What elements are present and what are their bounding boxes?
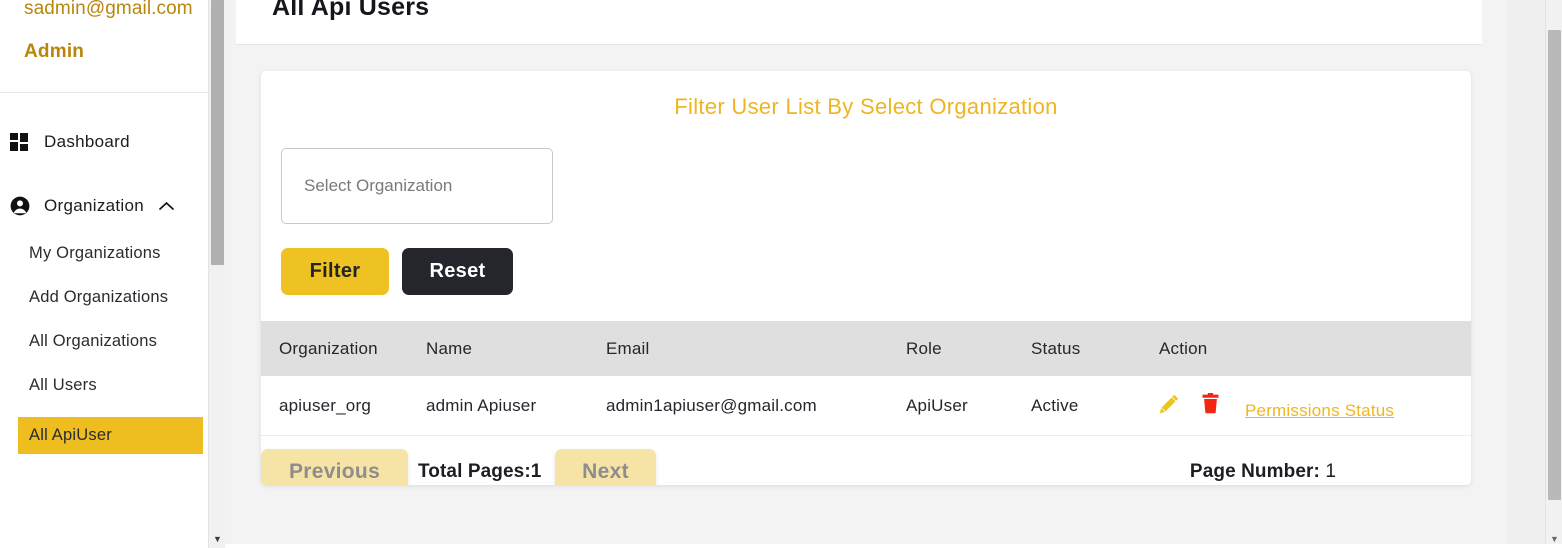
total-pages-label: Total Pages:1 — [418, 461, 542, 482]
page-number-text: Page Number: — [1189, 461, 1320, 482]
sidebar-user-block: sadmin@gmail.com Admin — [0, 0, 225, 93]
table-header-row: Organization Name Email Role Status Acti… — [261, 321, 1471, 376]
sidebar-item-label: Dashboard — [44, 132, 130, 151]
cell-organization: apiuser_org — [261, 376, 426, 436]
table-row: apiuser_org admin Apiuser admin1apiuser@… — [261, 376, 1471, 436]
sidebar-item-all-users[interactable]: All Users — [29, 373, 225, 398]
sidebar-item-add-organizations[interactable]: Add Organizations — [29, 285, 225, 310]
chevron-up-icon[interactable] — [158, 201, 175, 212]
column-header-status: Status — [1031, 321, 1159, 376]
column-header-organization: Organization — [261, 321, 426, 376]
sidebar-item-organization[interactable]: Organization — [0, 189, 225, 223]
reset-button[interactable]: Reset — [402, 248, 513, 295]
sidebar-item-all-apiuser[interactable]: All ApiUser — [18, 417, 203, 454]
column-header-action: Action — [1159, 321, 1471, 376]
next-page-button[interactable]: Next — [555, 449, 656, 485]
filter-button-row: Filter Reset — [281, 248, 1451, 295]
pencil-icon[interactable] — [1159, 393, 1180, 419]
select-organization-placeholder: Select Organization — [304, 176, 453, 195]
main-scrollbar[interactable]: ▼ — [1545, 0, 1562, 548]
page-wrapper: All Api Users Filter User List By Select… — [236, 0, 1482, 485]
table-body: apiuser_org admin Apiuser admin1apiuser@… — [261, 376, 1471, 436]
sidebar-item-label: Organization — [44, 196, 144, 215]
user-circle-icon — [10, 196, 36, 216]
column-header-name: Name — [426, 321, 606, 376]
sidebar-item-dashboard[interactable]: Dashboard — [0, 125, 225, 159]
sidebar-item-label: Add Organizations — [29, 288, 169, 306]
scroll-down-arrow-icon[interactable]: ▼ — [1546, 535, 1562, 544]
filter-section: Filter User List By Select Organization … — [261, 71, 1471, 321]
sidebar-item-my-organizations[interactable]: My Organizations — [29, 241, 225, 266]
main-scroll-gutter — [1507, 0, 1545, 548]
column-header-role: Role — [906, 321, 1031, 376]
cell-action: Permissions Status — [1159, 376, 1471, 436]
sidebar-scrollbar-thumb[interactable] — [211, 0, 224, 265]
scroll-down-arrow-icon[interactable]: ▼ — [209, 535, 225, 544]
sidebar-item-label: All ApiUser — [29, 426, 112, 444]
main-content: All Api Users Filter User List By Select… — [225, 0, 1562, 548]
filter-button[interactable]: Filter — [281, 248, 389, 295]
page-number-value: 1 — [1325, 461, 1336, 482]
column-header-email: Email — [606, 321, 906, 376]
sidebar-item-label: All Users — [29, 376, 97, 394]
sidebar-scrollbar[interactable]: ▼ — [208, 0, 225, 548]
cell-status: Active — [1031, 376, 1159, 436]
cell-email: admin1apiuser@gmail.com — [606, 376, 906, 436]
page-number-label: Page Number: 1 — [1190, 461, 1336, 483]
pagination-bar: Previous Total Pages:1 Next Page Number:… — [261, 436, 1471, 485]
cell-role: ApiUser — [906, 376, 1031, 436]
cell-name: admin Apiuser — [426, 376, 606, 436]
panel-header: All Api Users — [236, 0, 1482, 45]
sidebar-nav: Dashboard Organization My Organizations … — [0, 93, 225, 454]
sidebar-user-role: Admin — [24, 41, 85, 62]
bottom-strip — [225, 544, 1562, 548]
main-scrollbar-thumb[interactable] — [1548, 30, 1561, 500]
sidebar-item-all-organizations[interactable]: All Organizations — [29, 329, 225, 354]
action-icons-group: Permissions Status — [1159, 393, 1471, 421]
sidebar-user-email: sadmin@gmail.com — [24, 0, 193, 19]
sidebar-item-label: All Organizations — [29, 332, 158, 350]
sidebar-submenu: My Organizations Add Organizations All O… — [0, 223, 225, 454]
grid-icon — [10, 132, 36, 152]
sidebar-item-label: My Organizations — [29, 244, 161, 262]
filter-section-title: Filter User List By Select Organization — [674, 94, 1058, 119]
previous-page-button[interactable]: Previous — [261, 449, 408, 485]
content-card: Filter User List By Select Organization … — [261, 71, 1471, 485]
api-users-table: Organization Name Email Role Status Acti… — [261, 321, 1471, 436]
select-organization-input[interactable]: Select Organization — [281, 148, 553, 224]
app-root: sadmin@gmail.com Admin Dashboard Organiz… — [0, 0, 1562, 548]
table-header: Organization Name Email Role Status Acti… — [261, 321, 1471, 376]
sidebar: sadmin@gmail.com Admin Dashboard Organiz… — [0, 0, 225, 548]
trash-icon[interactable] — [1202, 393, 1219, 419]
page-title: All Api Users — [272, 0, 430, 21]
page-body: Filter User List By Select Organization … — [236, 45, 1482, 485]
permissions-status-link[interactable]: Permissions Status — [1245, 401, 1394, 421]
